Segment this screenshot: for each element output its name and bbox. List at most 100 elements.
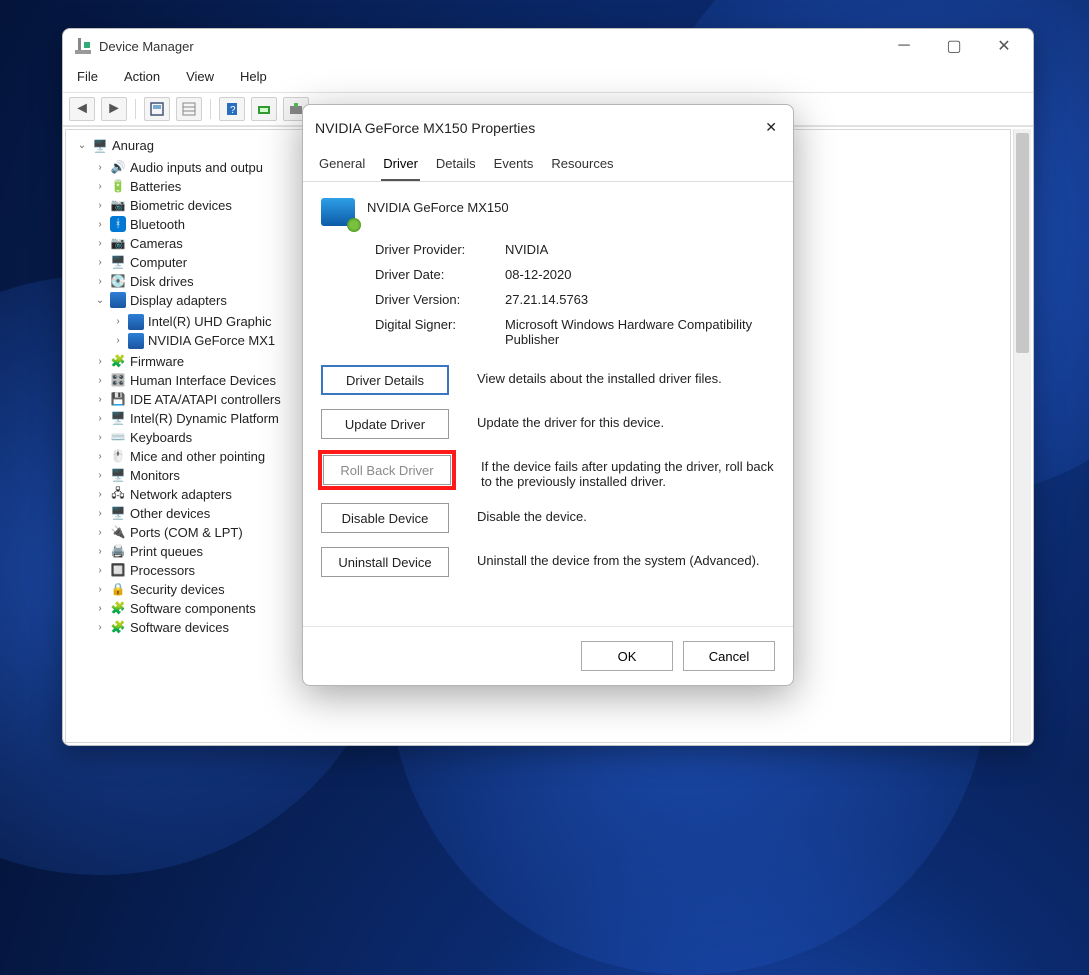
display-adapter-icon [321, 198, 355, 226]
tree-label: Cameras [130, 236, 183, 251]
version-label: Driver Version: [375, 292, 505, 307]
chevron-down-icon: ⌄ [76, 140, 88, 151]
menu-file[interactable]: File [73, 67, 102, 86]
tree-label: Display adapters [130, 293, 227, 308]
device-icon [110, 410, 126, 426]
app-icon [75, 38, 91, 54]
chevron-right-icon: › [94, 584, 106, 595]
menu-action[interactable]: Action [120, 67, 164, 86]
driver-details-button[interactable]: Driver Details [321, 365, 449, 395]
device-icon [110, 505, 126, 521]
tree-label: Intel(R) UHD Graphic [148, 314, 272, 329]
tab-general[interactable]: General [317, 150, 367, 181]
chevron-right-icon: › [94, 200, 106, 211]
tree-label: Security devices [130, 582, 225, 597]
chevron-right-icon: › [94, 375, 106, 386]
tree-label: Software devices [130, 620, 229, 635]
device-icon [110, 216, 126, 232]
maximize-button[interactable]: ▢ [945, 37, 963, 55]
scrollbar[interactable] [1013, 129, 1031, 743]
close-icon[interactable]: ✕ [761, 115, 781, 140]
tree-label: Batteries [130, 179, 181, 194]
signer-value: Microsoft Windows Hardware Compatibility… [505, 317, 775, 347]
device-name: NVIDIA GeForce MX150 [367, 196, 509, 215]
properties-button[interactable] [176, 97, 202, 121]
disable-device-button[interactable]: Disable Device [321, 503, 449, 533]
tab-events[interactable]: Events [492, 150, 536, 181]
scan-button[interactable] [251, 97, 277, 121]
show-hidden-button[interactable] [144, 97, 170, 121]
provider-label: Driver Provider: [375, 242, 505, 257]
tree-label: Disk drives [130, 274, 194, 289]
tab-details[interactable]: Details [434, 150, 478, 181]
update-driver-button[interactable]: Update Driver [321, 409, 449, 439]
device-icon [110, 159, 126, 175]
device-icon [110, 391, 126, 407]
minimize-button[interactable]: ─ [895, 37, 913, 55]
device-icon [110, 581, 126, 597]
tab-driver[interactable]: Driver [381, 150, 420, 181]
device-icon [110, 486, 126, 502]
ok-button[interactable]: OK [581, 641, 673, 671]
tree-label: Audio inputs and outpu [130, 160, 263, 175]
provider-value: NVIDIA [505, 242, 775, 257]
device-icon [110, 235, 126, 251]
tree-label: Bluetooth [130, 217, 185, 232]
tree-label: Firmware [130, 354, 184, 369]
chevron-right-icon: › [94, 527, 106, 538]
tab-resources[interactable]: Resources [549, 150, 615, 181]
cancel-button[interactable]: Cancel [683, 641, 775, 671]
disable-device-desc: Disable the device. [477, 503, 775, 524]
update-driver-desc: Update the driver for this device. [477, 409, 775, 430]
chevron-right-icon: › [94, 451, 106, 462]
chevron-right-icon: › [112, 335, 124, 346]
tree-label: Human Interface Devices [130, 373, 276, 388]
device-icon [110, 562, 126, 578]
roll-back-driver-desc: If the device fails after updating the d… [481, 453, 775, 489]
chevron-right-icon: › [94, 181, 106, 192]
device-icon [110, 178, 126, 194]
device-icon [110, 600, 126, 616]
chevron-right-icon: › [94, 508, 106, 519]
chevron-right-icon: › [94, 603, 106, 614]
uninstall-device-button[interactable]: Uninstall Device [321, 547, 449, 577]
dialog-title: NVIDIA GeForce MX150 Properties [315, 120, 535, 136]
chevron-down-icon: ⌄ [94, 295, 106, 306]
forward-button[interactable]: ► [101, 97, 127, 121]
device-icon [110, 429, 126, 445]
dialog-titlebar: NVIDIA GeForce MX150 Properties ✕ [303, 105, 793, 150]
chevron-right-icon: › [94, 565, 106, 576]
chevron-right-icon: › [94, 238, 106, 249]
tree-label: Computer [130, 255, 187, 270]
tree-label: Software components [130, 601, 256, 616]
device-icon [128, 333, 144, 349]
chevron-right-icon: › [94, 622, 106, 633]
tree-label: Keyboards [130, 430, 192, 445]
device-icon [110, 524, 126, 540]
chevron-right-icon: › [94, 432, 106, 443]
device-icon [110, 467, 126, 483]
properties-dialog: NVIDIA GeForce MX150 Properties ✕ Genera… [302, 104, 794, 686]
device-icon [110, 372, 126, 388]
roll-back-driver-button[interactable]: Roll Back Driver [323, 455, 451, 485]
menu-view[interactable]: View [182, 67, 218, 86]
tree-label: Biometric devices [130, 198, 232, 213]
chevron-right-icon: › [94, 257, 106, 268]
chevron-right-icon: › [94, 489, 106, 500]
help-button[interactable]: ? [219, 97, 245, 121]
device-icon [110, 197, 126, 213]
tab-strip: General Driver Details Events Resources [303, 150, 793, 182]
tree-label: NVIDIA GeForce MX1 [148, 333, 275, 348]
device-icon [110, 353, 126, 369]
menu-help[interactable]: Help [236, 67, 271, 86]
chevron-right-icon: › [112, 316, 124, 327]
date-label: Driver Date: [375, 267, 505, 282]
close-button[interactable]: ✕ [995, 37, 1013, 55]
tree-label: Monitors [130, 468, 180, 483]
signer-label: Digital Signer: [375, 317, 505, 347]
device-icon [110, 619, 126, 635]
titlebar: Device Manager ─ ▢ ✕ [63, 29, 1033, 63]
tree-label: Other devices [130, 506, 210, 521]
chevron-right-icon: › [94, 546, 106, 557]
back-button[interactable]: ◄ [69, 97, 95, 121]
